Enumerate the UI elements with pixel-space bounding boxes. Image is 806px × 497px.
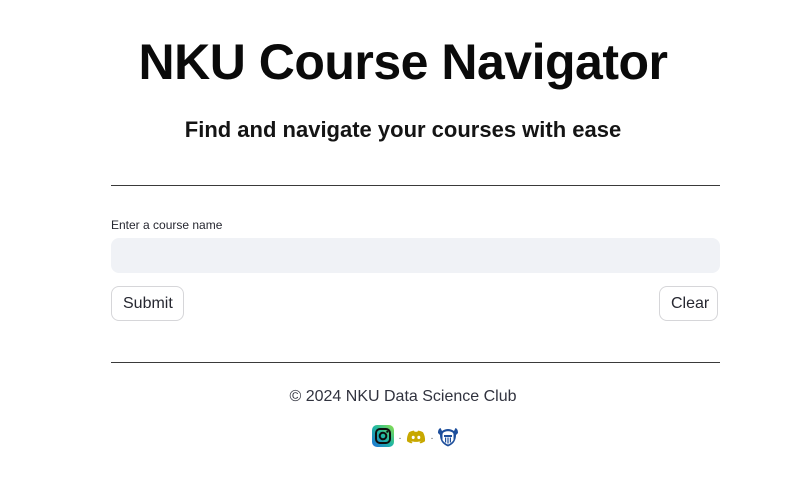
clear-button[interactable]: Clear [659,286,718,321]
nku-norse-logo-icon [438,428,458,447]
page-subtitle: Find and navigate your courses with ease [184,117,622,142]
submit-button[interactable]: Submit [111,286,184,321]
page: NKU Course Navigator Find and navigate y… [0,0,806,497]
top-divider [111,185,720,186]
course-name-label: Enter a course name [111,218,223,232]
nku-norse-link[interactable] [436,425,460,449]
social-links: . . [372,425,460,449]
instagram-icon [372,425,394,447]
instagram-link[interactable] [372,425,396,449]
link-separator: . [398,431,402,442]
bottom-divider [111,362,720,363]
link-separator: . [430,431,434,442]
course-name-input[interactable] [111,238,720,273]
page-title: NKU Course Navigator [138,34,669,90]
discord-link[interactable] [404,425,428,449]
discord-icon [406,430,426,444]
footer-copyright: © 2024 NKU Data Science Club [289,388,517,405]
